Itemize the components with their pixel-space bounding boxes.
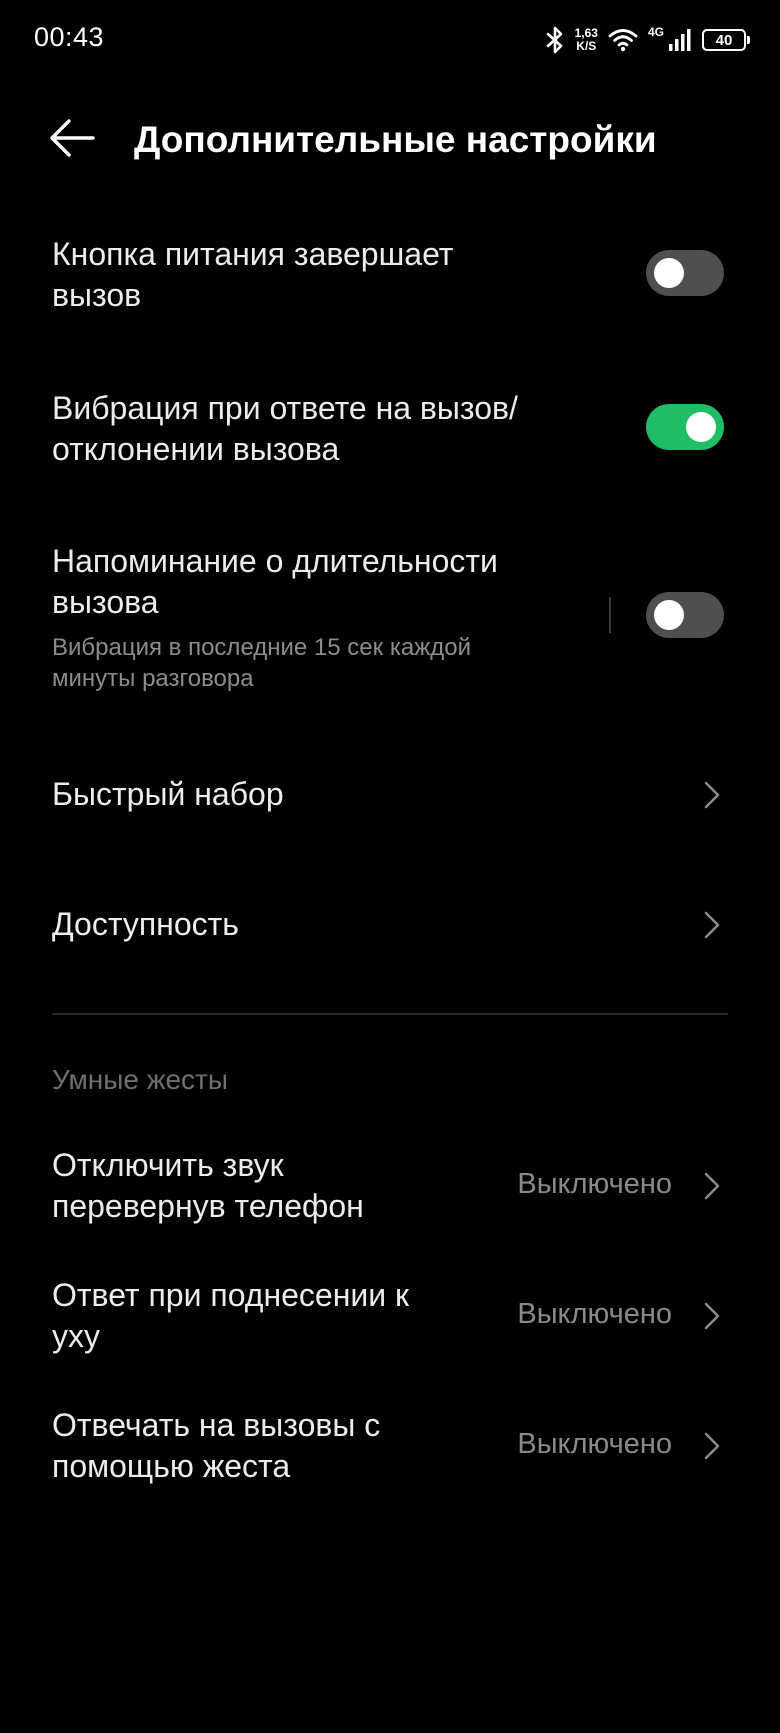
vibrate-on-answer-toggle[interactable] — [646, 404, 724, 450]
toggle-knob — [686, 412, 716, 442]
setting-value: Выключено — [517, 1298, 672, 1330]
page-title: Дополнительные настройки — [134, 119, 657, 160]
setting-value: Выключено — [517, 1428, 672, 1460]
setting-value: Выключено — [517, 1168, 672, 1200]
setting-title: Кнопка питания завершает вызов — [52, 234, 572, 316]
divider — [609, 597, 611, 633]
back-button[interactable] — [44, 117, 100, 163]
setting-title-line: отклонении вызова — [52, 431, 340, 467]
setting-title-line: Ответ при поднесении к — [52, 1277, 410, 1313]
setting-title-line: Напоминание о длительности — [52, 543, 498, 579]
power-button-ends-call-toggle[interactable] — [646, 250, 724, 296]
status-time: 00:43 — [34, 22, 105, 52]
bluetooth-icon — [545, 26, 565, 54]
setting-title-line: Вибрация при ответе на вызов/ — [52, 390, 518, 426]
setting-title-line: помощью жеста — [52, 1448, 291, 1484]
arrow-left-icon — [47, 118, 97, 163]
chevron-right-icon — [702, 1171, 722, 1201]
setting-title-line: Кнопка питания завершает — [52, 236, 454, 272]
setting-title-line: Отвечать на вызовы с — [52, 1407, 381, 1443]
setting-accessibility[interactable]: Доступность — [0, 884, 780, 964]
chevron-right-icon — [702, 780, 722, 810]
setting-title-line: уху — [52, 1318, 100, 1354]
setting-title-line: перевернув телефон — [52, 1188, 364, 1224]
header: Дополнительные настройки — [0, 95, 780, 185]
status-bar: 00:43 1,63 K/S 4G 40 — [0, 0, 780, 80]
chevron-right-icon — [702, 910, 722, 940]
setting-title: Напоминание о длительности вызова — [52, 541, 572, 623]
chevron-right-icon — [702, 1301, 722, 1331]
setting-subtitle: Вибрация в последние 15 сек каждой минут… — [52, 632, 572, 694]
network-generation: 4G — [647, 25, 664, 39]
accessibility-title: Доступность — [52, 906, 239, 942]
setting-raise-to-ear-answer[interactable]: Ответ при поднесении к уху Выключено — [0, 1271, 780, 1361]
section-label-smart-gestures: Умные жесты — [52, 1064, 228, 1095]
setting-title: Вибрация при ответе на вызов/ отклонении… — [52, 388, 572, 470]
setting-title: Ответ при поднесении к уху — [52, 1275, 492, 1357]
setting-subtitle-line: Вибрация в последние 15 сек каждой — [52, 634, 472, 661]
call-duration-reminder-toggle[interactable] — [646, 592, 724, 638]
network-speed-unit: K/S — [576, 39, 597, 53]
toggle-knob — [654, 258, 684, 288]
setting-title: Отключить звук перевернув телефон — [52, 1145, 492, 1227]
wifi-icon — [608, 28, 638, 52]
network-speed: 1,63 K/S — [575, 27, 598, 53]
status-icons: 1,63 K/S 4G 40 — [545, 20, 750, 60]
setting-flip-to-mute[interactable]: Отключить звук перевернув телефон Выключ… — [0, 1141, 780, 1231]
setting-vibrate-on-answer[interactable]: Вибрация при ответе на вызов/ отклонении… — [0, 384, 780, 474]
setting-speed-dial[interactable]: Быстрый набор — [0, 754, 780, 834]
speed-dial-title: Быстрый набор — [52, 776, 284, 812]
section-divider — [52, 1013, 728, 1015]
setting-power-button-ends-call[interactable]: Кнопка питания завершает вызов — [0, 230, 780, 320]
toggle-knob — [654, 600, 684, 630]
setting-gesture-answer[interactable]: Отвечать на вызовы с помощью жеста Выклю… — [0, 1401, 780, 1491]
battery-icon: 40 — [702, 29, 750, 51]
setting-call-duration-reminder[interactable]: Напоминание о длительности вызова Вибрац… — [0, 537, 780, 697]
setting-title-line: Отключить звук — [52, 1147, 284, 1183]
setting-subtitle-line: минуты разговора — [52, 665, 254, 692]
setting-title-line: вызова — [52, 584, 159, 620]
chevron-right-icon — [702, 1431, 722, 1461]
battery-level: 40 — [715, 31, 733, 49]
setting-title: Отвечать на вызовы с помощью жеста — [52, 1405, 492, 1487]
setting-title-line: вызов — [52, 277, 142, 313]
signal-icon — [668, 28, 692, 52]
